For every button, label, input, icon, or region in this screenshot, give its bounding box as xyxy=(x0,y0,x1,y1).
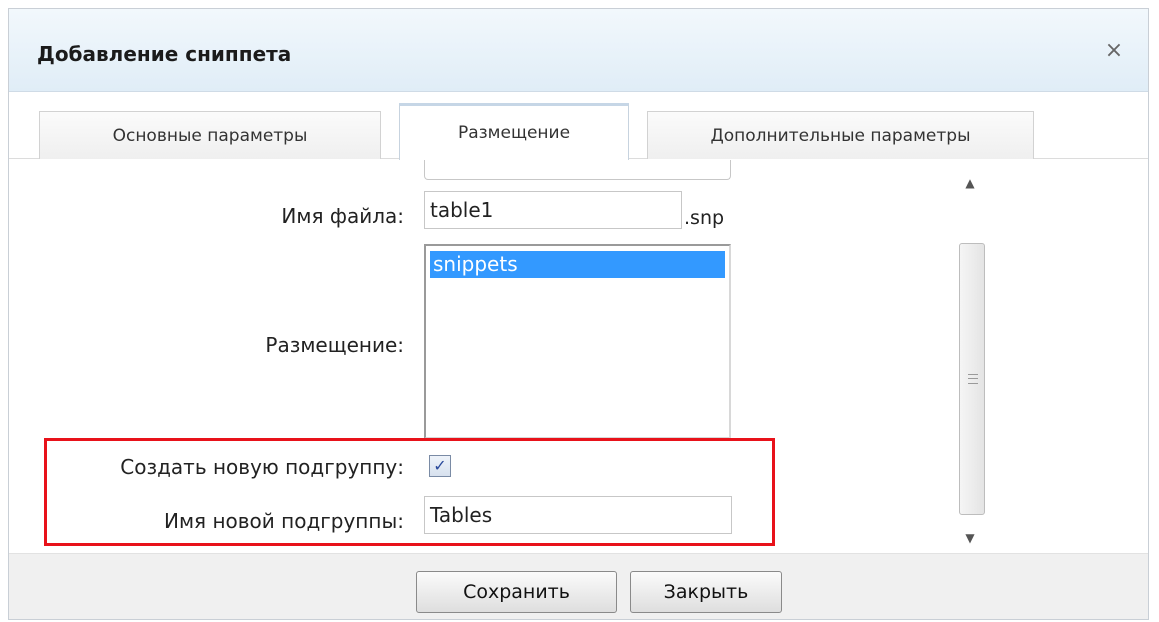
close-button[interactable]: Закрыть xyxy=(630,571,782,613)
save-button[interactable]: Сохранить xyxy=(416,571,617,613)
file-name-input[interactable]: table1 xyxy=(424,191,682,229)
subgroup-name-input[interactable]: Tables xyxy=(424,496,732,534)
tab-content-placement: Имя файла: table1 .snp Размещение: snipp… xyxy=(9,160,1148,553)
vertical-scrollbar[interactable]: ▲ ▼ xyxy=(951,168,989,553)
create-subgroup-label: Создать новую подгруппу: xyxy=(120,455,404,479)
close-icon[interactable]: × xyxy=(1100,37,1128,65)
add-snippet-dialog: Добавление сниппета × Основные параметры… xyxy=(8,8,1149,620)
scrolled-field-edge xyxy=(424,160,731,180)
scrollbar-thumb[interactable] xyxy=(959,243,985,515)
file-name-label: Имя файла: xyxy=(281,204,404,228)
tab-additional-parameters[interactable]: Дополнительные параметры xyxy=(647,111,1034,159)
grip-icon xyxy=(968,374,978,384)
dialog-footer: Сохранить Закрыть xyxy=(9,553,1148,619)
subgroup-name-label: Имя новой подгруппы: xyxy=(164,509,404,533)
dialog-titlebar: Добавление сниппета × xyxy=(9,9,1148,92)
scroll-up-icon[interactable]: ▲ xyxy=(951,168,989,198)
checkmark-icon: ✓ xyxy=(433,456,447,475)
dialog-title: Добавление сниппета xyxy=(37,42,292,66)
tab-placement[interactable]: Размещение xyxy=(399,103,629,160)
scroll-down-icon[interactable]: ▼ xyxy=(951,523,989,553)
list-item-snippets[interactable]: snippets xyxy=(430,251,725,278)
tab-strip: Основные параметры Размещение Дополнител… xyxy=(9,93,1148,160)
placement-listbox[interactable]: snippets xyxy=(424,244,731,439)
file-extension: .snp xyxy=(684,207,725,229)
placement-label: Размещение: xyxy=(265,333,404,357)
create-subgroup-checkbox[interactable]: ✓ xyxy=(429,455,451,477)
tab-main-parameters[interactable]: Основные параметры xyxy=(39,111,381,159)
